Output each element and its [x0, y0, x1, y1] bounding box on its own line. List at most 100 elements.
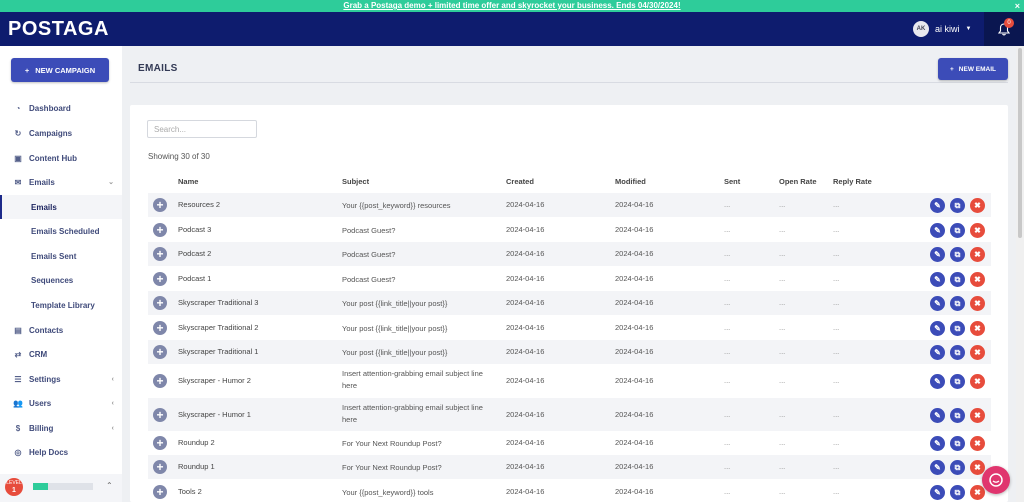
edit-icon[interactable]: ✎: [930, 223, 945, 238]
scroll-thumb[interactable]: [1018, 48, 1022, 238]
sidebar-item-sequences[interactable]: Sequences: [0, 268, 122, 292]
expand-row-icon[interactable]: +: [153, 485, 167, 499]
chevron-up-icon[interactable]: ⌃: [106, 481, 113, 490]
duplicate-icon[interactable]: ⧉: [950, 198, 965, 213]
delete-icon[interactable]: ✖: [970, 247, 985, 262]
level-progress-bar[interactable]: LEVEL 1 ⌃: [0, 474, 122, 502]
expand-row-icon[interactable]: +: [153, 345, 167, 359]
delete-icon[interactable]: ✖: [970, 272, 985, 287]
sidebar-item-users[interactable]: 👥 Users ‹: [0, 391, 122, 415]
expand-row-icon[interactable]: +: [153, 374, 167, 388]
sidebar-item-emails-scheduled[interactable]: Emails Scheduled: [0, 219, 122, 243]
email-created: 2024-04-16: [506, 274, 545, 283]
delete-icon[interactable]: ✖: [970, 408, 985, 423]
sidebar-item-contacts[interactable]: ▤ Contacts: [0, 318, 122, 342]
page-scrollbar[interactable]: [1016, 46, 1024, 502]
edit-icon[interactable]: ✎: [930, 198, 945, 213]
edit-icon[interactable]: ✎: [930, 436, 945, 451]
postaga-logo[interactable]: POSTAGA: [8, 18, 109, 40]
sidebar-item-emails[interactable]: ✉ Emails ⌄: [0, 170, 122, 194]
table-row[interactable]: + Roundup 2 For Your Next Roundup Post? 202…: [148, 431, 991, 455]
duplicate-icon[interactable]: ⧉: [950, 223, 965, 238]
edit-icon[interactable]: ✎: [930, 408, 945, 423]
sidebar-item-emails-list[interactable]: Emails: [0, 195, 122, 219]
duplicate-icon[interactable]: ⧉: [950, 247, 965, 262]
expand-row-icon[interactable]: +: [153, 321, 167, 335]
column-header-name[interactable]: Name: [178, 177, 198, 186]
table-row[interactable]: + Skyscraper Traditional 1 Your post {{lin…: [148, 340, 991, 364]
edit-icon[interactable]: ✎: [930, 374, 945, 389]
table-row[interactable]: + Roundup 1 For Your Next Roundup Post? 202…: [148, 455, 991, 479]
delete-icon[interactable]: ✖: [970, 321, 985, 336]
expand-row-icon[interactable]: +: [153, 436, 167, 450]
sidebar-item-template-library[interactable]: Template Library: [0, 293, 122, 317]
edit-icon[interactable]: ✎: [930, 247, 945, 262]
duplicate-icon[interactable]: ⧉: [950, 321, 965, 336]
duplicate-icon[interactable]: ⧉: [950, 485, 965, 500]
new-campaign-button[interactable]: + NEW CAMPAIGN: [11, 58, 109, 82]
user-menu[interactable]: AK ai kiwi ▼: [913, 21, 971, 37]
edit-icon[interactable]: ✎: [930, 345, 945, 360]
email-created: 2024-04-16: [506, 225, 545, 234]
duplicate-icon[interactable]: ⧉: [950, 436, 965, 451]
new-email-button[interactable]: + NEW EMAIL: [938, 58, 1008, 80]
sidebar-item-crm[interactable]: ⇄ CRM: [0, 342, 122, 366]
sidebar-item-content-hub[interactable]: ▣ Content Hub: [0, 146, 122, 170]
edit-icon[interactable]: ✎: [930, 485, 945, 500]
table-row[interactable]: + Podcast 2 Podcast Guest? 2024-04-16 2024-0…: [148, 242, 991, 266]
notifications-button[interactable]: 0: [984, 12, 1024, 46]
duplicate-icon[interactable]: ⧉: [950, 460, 965, 475]
table-row[interactable]: + Skyscraper - Humor 1 Insert attention-gr…: [148, 398, 991, 431]
email-reply-rate: ...: [833, 410, 840, 419]
dollar-icon: $: [15, 423, 21, 433]
sidebar-item-billing[interactable]: $ Billing ‹: [0, 416, 122, 440]
table-row[interactable]: + Resources 2 Your {{post_keyword}} resour…: [148, 193, 991, 217]
expand-row-icon[interactable]: +: [153, 272, 167, 286]
column-header-reply-rate[interactable]: Reply Rate: [833, 177, 872, 186]
table-row[interactable]: + Podcast 3 Podcast Guest? 2024-04-16 2024-0…: [148, 218, 991, 242]
delete-icon[interactable]: ✖: [970, 296, 985, 311]
delete-icon[interactable]: ✖: [970, 436, 985, 451]
expand-row-icon[interactable]: +: [153, 408, 167, 422]
expand-row-icon[interactable]: +: [153, 247, 167, 261]
column-header-open-rate[interactable]: Open Rate: [779, 177, 817, 186]
delete-icon[interactable]: ✖: [970, 345, 985, 360]
close-promo-icon[interactable]: ×: [1015, 0, 1020, 12]
delete-icon[interactable]: ✖: [970, 198, 985, 213]
expand-row-icon[interactable]: +: [153, 223, 167, 237]
table-row[interactable]: + Skyscraper Traditional 3 Your post {{lin…: [148, 291, 991, 315]
expand-row-icon[interactable]: +: [153, 296, 167, 310]
sidebar-item-dashboard[interactable]: ◔ Dashboard: [0, 96, 122, 120]
column-header-subject[interactable]: Subject: [342, 177, 369, 186]
delete-icon[interactable]: ✖: [970, 374, 985, 389]
sidebar-item-campaigns[interactable]: ↻ Campaigns: [0, 121, 122, 145]
duplicate-icon[interactable]: ⧉: [950, 374, 965, 389]
email-open-rate: ...: [779, 225, 786, 234]
table-row[interactable]: + Podcast 1 Podcast Guest? 2024-04-16 2024-0…: [148, 267, 991, 291]
edit-icon[interactable]: ✎: [930, 321, 945, 336]
edit-icon[interactable]: ✎: [930, 460, 945, 475]
sidebar-item-emails-sent[interactable]: Emails Sent: [0, 244, 122, 268]
promo-link[interactable]: Grab a Postaga demo + limited time offer…: [343, 1, 680, 10]
table-row[interactable]: + Tools 2 Your {{post_keyword}} tools 2024-…: [148, 480, 991, 502]
chat-widget-button[interactable]: [982, 466, 1010, 494]
table-row[interactable]: + Skyscraper Traditional 2 Your post {{lin…: [148, 316, 991, 340]
duplicate-icon[interactable]: ⧉: [950, 272, 965, 287]
duplicate-icon[interactable]: ⧉: [950, 408, 965, 423]
search-input[interactable]: [147, 120, 257, 138]
sidebar-item-help-docs[interactable]: ◎ Help Docs: [0, 440, 122, 464]
column-header-modified[interactable]: Modified: [615, 177, 646, 186]
delete-icon[interactable]: ✖: [970, 223, 985, 238]
duplicate-icon[interactable]: ⧉: [950, 296, 965, 311]
edit-icon[interactable]: ✎: [930, 272, 945, 287]
caret-down-icon: ▼: [965, 26, 972, 32]
expand-row-icon[interactable]: +: [153, 460, 167, 474]
delete-icon[interactable]: ✖: [970, 485, 985, 500]
sidebar-item-settings[interactable]: ☰ Settings ‹: [0, 367, 122, 391]
table-row[interactable]: + Skyscraper - Humor 2 Insert attention-gr…: [148, 364, 991, 397]
edit-icon[interactable]: ✎: [930, 296, 945, 311]
duplicate-icon[interactable]: ⧉: [950, 345, 965, 360]
expand-row-icon[interactable]: +: [153, 198, 167, 212]
column-header-sent[interactable]: Sent: [724, 177, 740, 186]
column-header-created[interactable]: Created: [506, 177, 534, 186]
